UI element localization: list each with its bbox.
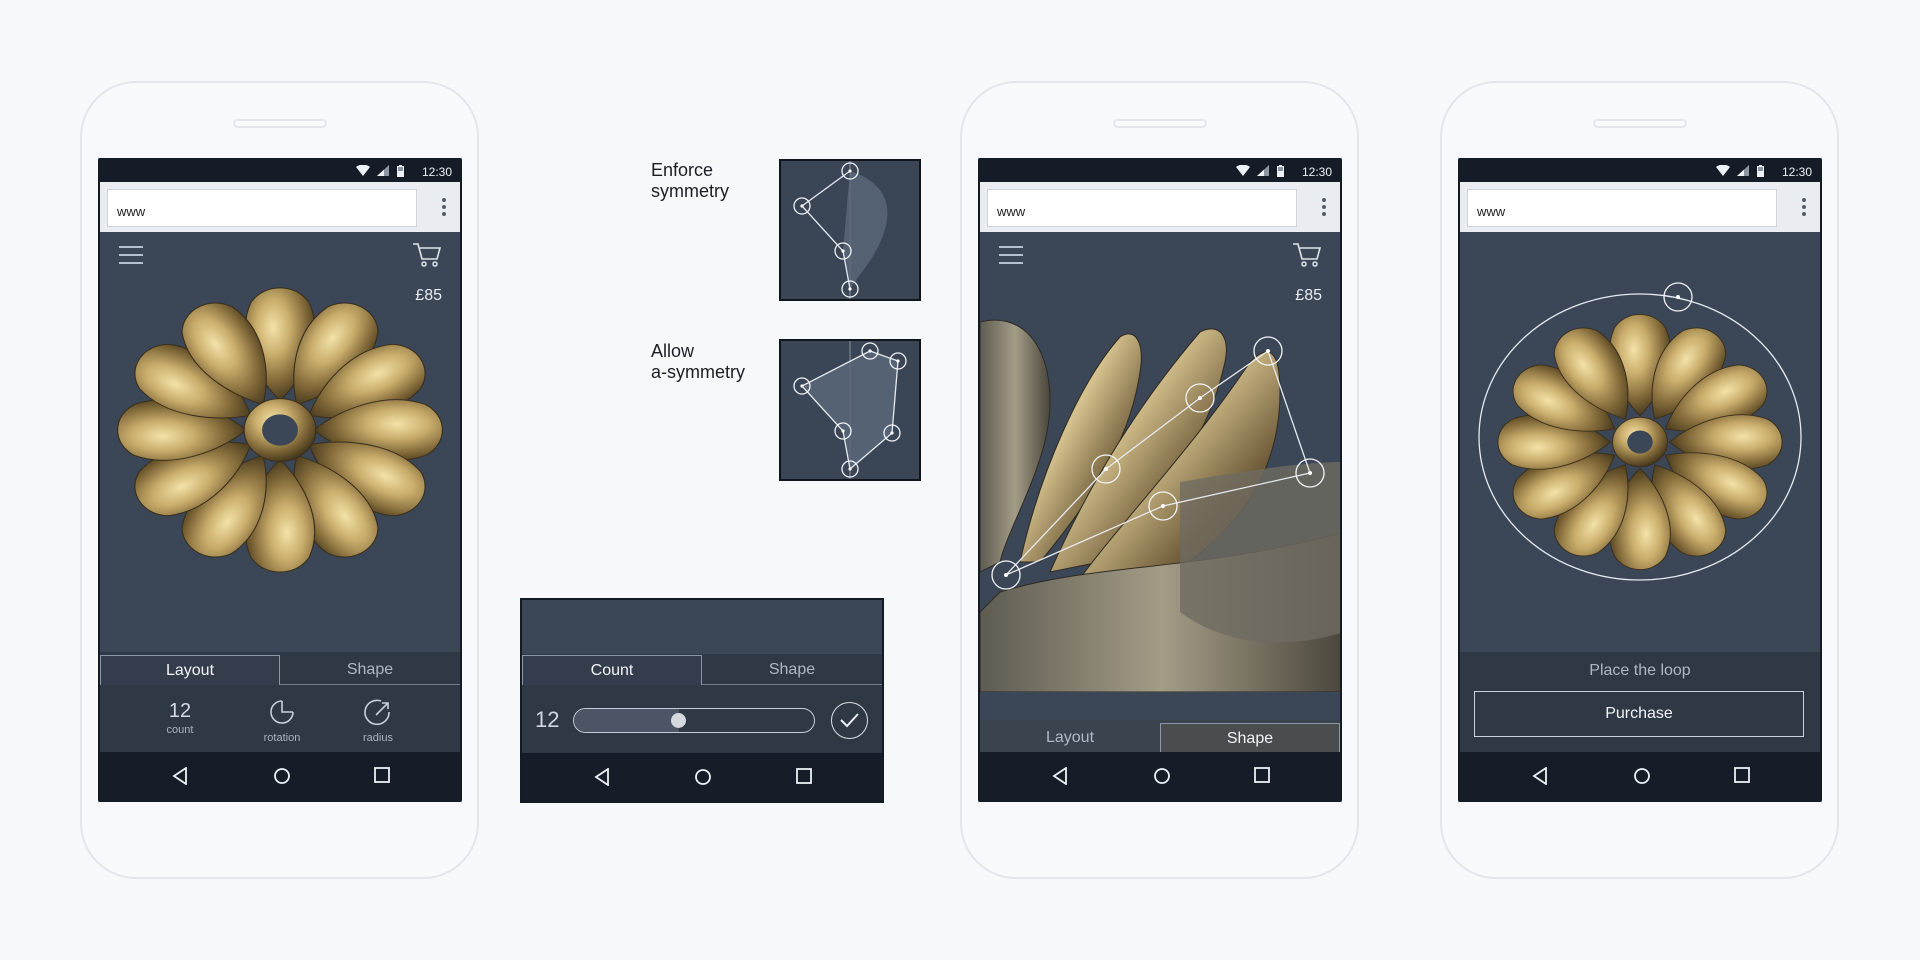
home-icon[interactable] [694, 768, 712, 786]
signal-icon [1737, 165, 1749, 176]
signal-icon [377, 165, 389, 176]
count-tool[interactable]: 12 count [162, 700, 198, 736]
status-bar: 12:30 [100, 160, 460, 182]
count-value: 12 [168, 700, 192, 722]
allow-asymmetry-thumbnail[interactable] [779, 339, 921, 481]
slider-fill [574, 709, 679, 732]
status-time: 12:30 [421, 165, 452, 179]
home-icon[interactable] [1633, 767, 1651, 785]
android-nav-bar [1460, 752, 1820, 800]
tab-shape[interactable]: Shape [1160, 723, 1340, 753]
android-nav-bar [980, 752, 1340, 800]
tab-layout[interactable]: Layout [100, 655, 280, 685]
status-bar: 12:30 [1460, 160, 1820, 182]
url-input[interactable]: www [987, 189, 1297, 227]
symmetric-shape-diagram [793, 161, 888, 299]
tab-bar: Layout Shape [980, 723, 1340, 753]
url-input[interactable]: www [107, 189, 417, 227]
flower-with-loop-model[interactable] [1460, 232, 1822, 652]
home-icon[interactable] [1153, 767, 1171, 785]
count-label: count [166, 724, 194, 736]
purchase-button[interactable]: Purchase [1474, 691, 1804, 737]
wifi-icon [1236, 165, 1250, 176]
back-icon[interactable] [1052, 767, 1068, 785]
status-time: 12:30 [1301, 165, 1332, 179]
browser-menu-icon[interactable] [440, 198, 448, 220]
radius-label: radius [363, 732, 393, 744]
browser-bar: www [980, 182, 1340, 232]
browser-bar: www [100, 182, 460, 232]
rotation-tool[interactable]: rotation [252, 698, 312, 744]
place-loop-hint: Place the loop [1589, 662, 1691, 679]
recents-icon[interactable] [796, 768, 812, 784]
count-slider[interactable] [573, 708, 815, 733]
enforce-symmetry-thumbnail[interactable] [779, 159, 921, 301]
wifi-icon [356, 165, 370, 176]
tab-bar: Layout Shape [100, 655, 460, 685]
phone-speaker [1592, 119, 1687, 128]
status-bar: 12:30 [980, 160, 1340, 182]
status-time: 12:30 [1781, 165, 1812, 179]
caption-line: Enforce [651, 160, 714, 180]
browser-bar: www [1460, 182, 1820, 232]
browser-menu-icon[interactable] [1320, 198, 1328, 220]
phone-screen-layout: 12:30 www £85 Layout Shape 12 count rota… [98, 158, 462, 802]
hamburger-menu-icon[interactable] [999, 246, 1023, 266]
home-icon[interactable] [273, 767, 291, 785]
cart-button[interactable] [1292, 242, 1322, 273]
allow-asymmetry-caption: Allow a-symmetry [651, 341, 745, 383]
cart-price: £85 [1295, 287, 1322, 304]
petal-closeup-model[interactable] [980, 232, 1342, 692]
recents-icon[interactable] [1254, 767, 1270, 783]
tab-bar: Count Shape [522, 655, 882, 685]
tab-shape[interactable]: Shape [280, 655, 460, 685]
signal-icon [1257, 165, 1269, 176]
caption-line: a-symmetry [651, 362, 745, 382]
cart-icon [1293, 243, 1322, 267]
battery-icon [1277, 165, 1284, 177]
rotation-label: rotation [263, 732, 301, 744]
tab-layout[interactable]: Layout [980, 723, 1160, 753]
radius-tool[interactable]: radius [353, 698, 403, 744]
phone-speaker [232, 119, 327, 128]
tab-count[interactable]: Count [522, 655, 702, 685]
battery-icon [397, 165, 404, 177]
rotation-icon [270, 700, 294, 724]
url-input[interactable]: www [1467, 189, 1777, 227]
android-nav-bar [100, 752, 460, 800]
confirm-button[interactable] [831, 702, 868, 739]
wifi-icon [1716, 165, 1730, 176]
enforce-symmetry-caption: Enforce symmetry [651, 160, 729, 202]
flower-model[interactable] [100, 255, 462, 575]
radius-icon [364, 699, 390, 726]
back-icon[interactable] [1532, 767, 1548, 785]
browser-menu-icon[interactable] [1800, 198, 1808, 220]
battery-icon [1757, 165, 1764, 177]
recents-icon[interactable] [374, 767, 390, 783]
asymmetric-shape-diagram [793, 341, 907, 479]
phone-speaker [1112, 119, 1207, 128]
android-nav-bar [522, 753, 882, 801]
phone-screen-purchase: 12:30 www Place the loop Purchase [1458, 158, 1822, 802]
recents-icon[interactable] [1734, 767, 1750, 783]
caption-line: Allow [651, 341, 695, 361]
check-icon [840, 713, 859, 728]
count-value: 12 [535, 707, 560, 732]
back-icon[interactable] [594, 768, 610, 786]
caption-line: symmetry [651, 181, 729, 201]
slider-thumb[interactable] [671, 713, 686, 728]
phone-screen-shape: 12:30 www £85 Layout Shape [978, 158, 1342, 802]
tab-shape[interactable]: Shape [702, 655, 882, 685]
back-icon[interactable] [172, 767, 188, 785]
count-panel: Count Shape 12 [520, 598, 884, 803]
